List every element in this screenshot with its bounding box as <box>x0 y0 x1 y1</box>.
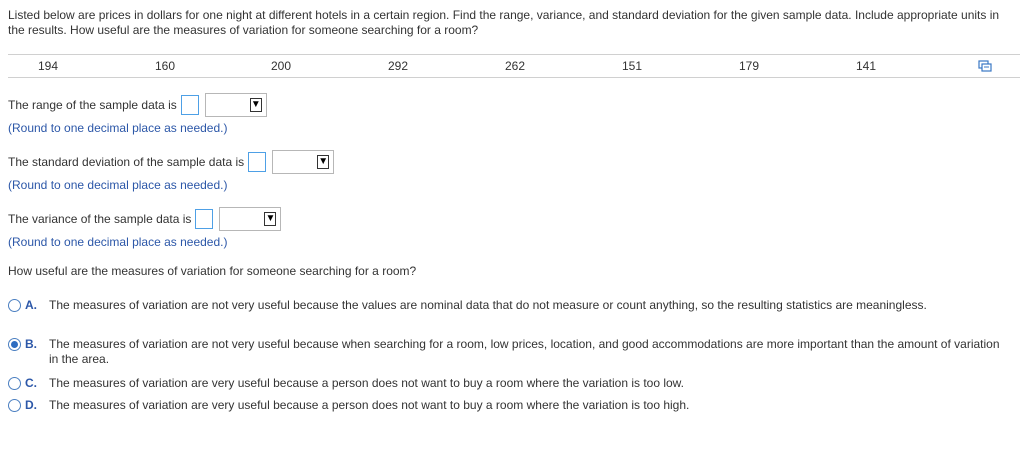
stddev-rounding-hint: (Round to one decimal place as needed.) <box>8 178 228 192</box>
price-value: 151 <box>621 59 643 73</box>
price-value: 194 <box>37 59 59 73</box>
option-letter: D. <box>25 398 37 412</box>
radio-button[interactable] <box>8 299 21 312</box>
problem-statement: Listed below are prices in dollars for o… <box>8 8 1000 37</box>
range-answer-input[interactable] <box>180 95 199 115</box>
option-text: The measures of variation are very usefu… <box>49 376 685 390</box>
range-unit-dropdown[interactable]: ▼ <box>204 93 267 117</box>
copy-data-icon[interactable] <box>978 60 992 72</box>
radio-button-selected[interactable] <box>8 338 21 351</box>
variance-label: The variance of the sample data is <box>8 212 192 226</box>
dropdown-arrow-icon[interactable]: ▼ <box>264 212 277 226</box>
option-text: The measures of variation are very usefu… <box>49 398 690 412</box>
variance-question: The variance of the sample data is ▼ <box>8 207 282 231</box>
variance-rounding-hint: (Round to one decimal place as needed.) <box>8 235 228 249</box>
stddev-unit-dropdown[interactable]: ▼ <box>272 150 335 174</box>
dropdown-arrow-icon[interactable]: ▼ <box>249 98 262 112</box>
price-value: 292 <box>387 59 409 73</box>
price-value: 179 <box>738 59 760 73</box>
stddev-question: The standard deviation of the sample dat… <box>8 150 335 174</box>
radio-button[interactable] <box>8 377 21 390</box>
option-d[interactable]: D. The measures of variation are very us… <box>8 398 1012 413</box>
option-text: The measures of variation are not very u… <box>49 337 1000 366</box>
variance-answer-input[interactable] <box>195 209 214 229</box>
option-letter: B. <box>25 337 37 351</box>
price-value: 160 <box>154 59 176 73</box>
stddev-answer-input[interactable] <box>248 152 267 172</box>
dropdown-arrow-icon[interactable]: ▼ <box>317 155 330 169</box>
range-rounding-hint: (Round to one decimal place as needed.) <box>8 121 228 135</box>
option-text: The measures of variation are not very u… <box>49 298 927 312</box>
option-letter: C. <box>25 376 37 390</box>
usefulness-question: How useful are the measures of variation… <box>8 264 417 278</box>
radio-button[interactable] <box>8 399 21 412</box>
price-value: 200 <box>270 59 292 73</box>
range-question: The range of the sample data is ▼ <box>8 93 267 117</box>
option-a[interactable]: A. The measures of variation are not ver… <box>8 298 1012 313</box>
option-b[interactable]: B. The measures of variation are not ver… <box>8 337 1012 367</box>
option-c[interactable]: C. The measures of variation are very us… <box>8 376 1012 391</box>
option-letter: A. <box>25 298 37 312</box>
price-data-row: 194 160 200 292 262 151 179 141 <box>8 54 1020 78</box>
price-value: 141 <box>855 59 877 73</box>
variance-unit-dropdown[interactable]: ▼ <box>219 207 282 231</box>
price-value: 262 <box>504 59 526 73</box>
stddev-label: The standard deviation of the sample dat… <box>8 155 245 169</box>
range-label: The range of the sample data is <box>8 98 177 112</box>
